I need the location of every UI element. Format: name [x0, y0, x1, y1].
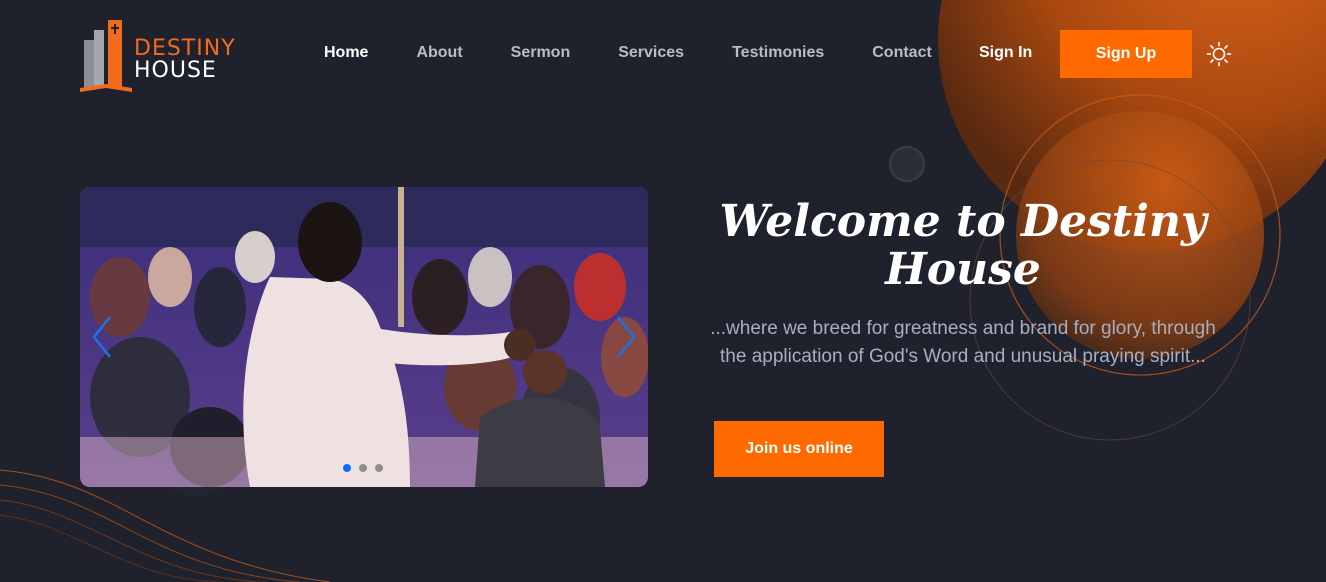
carousel-indicators [343, 464, 383, 472]
brand-line-1: DESTINY [134, 36, 236, 61]
site-header: DESTINY HOUSE Home About Sermon Services… [0, 0, 1326, 110]
join-online-button[interactable]: Join us online [714, 421, 884, 477]
hero-subtitle: ...where we breed for greatness and bran… [710, 318, 1216, 367]
carousel-dot[interactable] [343, 464, 351, 472]
carousel-dot[interactable] [359, 464, 367, 472]
nav-contact[interactable]: Contact [872, 44, 932, 62]
chevron-right-icon[interactable] [610, 313, 640, 361]
brand-logo[interactable]: DESTINY HOUSE [80, 16, 236, 94]
nav-testimonies[interactable]: Testimonies [732, 44, 824, 62]
signin-link[interactable]: Sign In [979, 44, 1032, 62]
chevron-left-icon[interactable] [88, 313, 118, 361]
brand-line-2: HOUSE [134, 58, 217, 83]
hero-carousel[interactable] [80, 187, 648, 487]
brand-name: DESTINY HOUSE [134, 38, 236, 82]
church-logo-icon [80, 20, 132, 92]
carousel-slide-photo [80, 187, 648, 487]
hero-title: Welcome to Destiny House [719, 196, 1207, 295]
nav-services[interactable]: Services [618, 44, 684, 62]
nav-sermon[interactable]: Sermon [511, 44, 571, 62]
main-nav: Home About Sermon Services Testimonies C… [324, 44, 980, 62]
sun-icon[interactable] [1206, 41, 1232, 67]
signup-button[interactable]: Sign Up [1060, 30, 1192, 78]
nav-about[interactable]: About [416, 44, 462, 62]
carousel-dot[interactable] [375, 464, 383, 472]
nav-home[interactable]: Home [324, 44, 368, 62]
